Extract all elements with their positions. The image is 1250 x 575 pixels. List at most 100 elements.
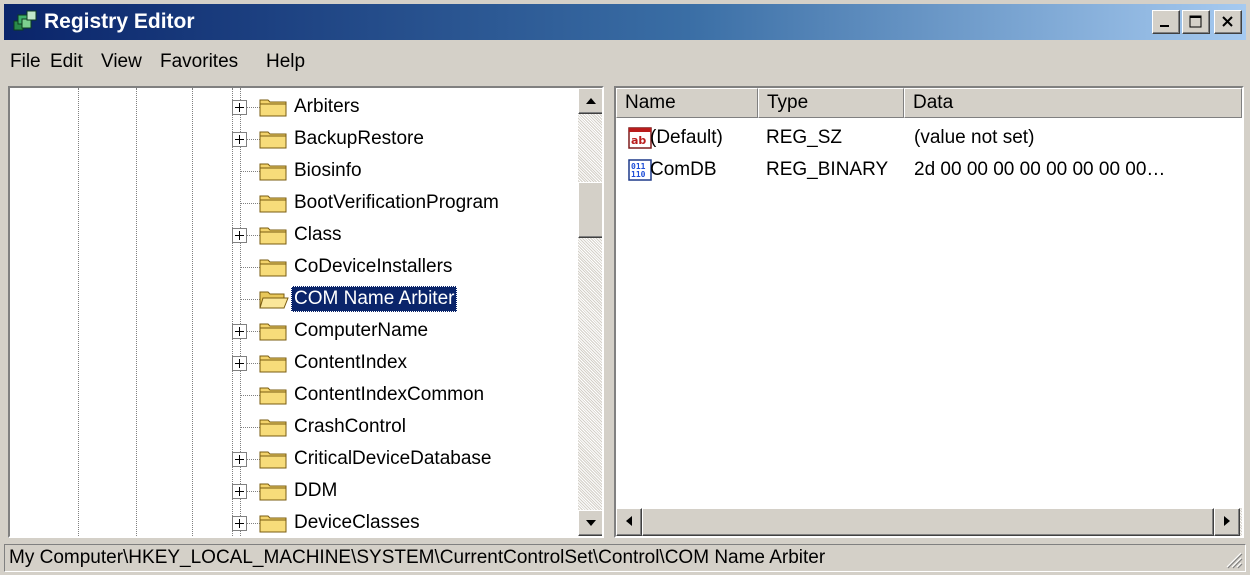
menu-file-label: File — [10, 51, 41, 72]
value-name: (Default) — [650, 127, 723, 148]
tree-item[interactable]: CrashControl — [10, 411, 570, 443]
tree-item-label[interactable]: ComputerName — [291, 318, 431, 344]
tree-item[interactable]: CriticalDeviceDatabase — [10, 443, 570, 475]
column-header-name[interactable]: Name — [616, 88, 758, 118]
menu-edit-label: Edit — [50, 51, 83, 72]
minimize-button[interactable] — [1152, 10, 1180, 34]
status-path: My Computer\HKEY_LOCAL_MACHINE\SYSTEM\Cu… — [9, 547, 826, 568]
value-row-default[interactable]: ab (Default) REG_SZ (value not set) — [616, 123, 1242, 155]
tree-item-label[interactable]: DDM — [291, 478, 340, 504]
tree-item[interactable]: Arbiters — [10, 91, 570, 123]
expand-plus-icon[interactable] — [232, 100, 247, 115]
folder-icon — [258, 158, 290, 184]
menu-view-label: View — [101, 51, 142, 72]
arrow-left-icon — [626, 516, 632, 526]
arrow-right-icon — [1224, 516, 1230, 526]
tree-item[interactable]: BootVerificationProgram — [10, 187, 570, 219]
tree-item-label[interactable]: Biosinfo — [291, 158, 365, 184]
tree-item[interactable]: BackupRestore — [10, 123, 570, 155]
value-row-comdb[interactable]: 011 110 ComDB REG_BINARY 2d 00 00 00 00 … — [616, 155, 1242, 187]
tree-item-label[interactable]: COM Name Arbiter — [291, 286, 458, 312]
tree-item-label[interactable]: ContentIndex — [291, 350, 410, 376]
tree-item[interactable]: Class — [10, 219, 570, 251]
tree-item[interactable]: Biosinfo — [10, 155, 570, 187]
menu-help-label: Help — [266, 51, 306, 72]
tree-item[interactable]: ContentIndexCommon — [10, 379, 570, 411]
key-tree-pane[interactable]: Arbiters BackupRestore Biosinfo BootVerific… — [8, 86, 604, 538]
folder-icon — [258, 222, 290, 248]
tree-scroll-thumb[interactable] — [578, 182, 602, 238]
value-type: REG_SZ — [766, 127, 843, 148]
folder-icon — [258, 94, 290, 120]
folder-icon — [258, 414, 290, 440]
minimize-icon — [1160, 25, 1169, 27]
menu-edit[interactable]: Edit — [50, 50, 83, 74]
folder-open-icon — [258, 286, 290, 312]
expand-plus-icon[interactable] — [232, 228, 247, 243]
folder-icon — [258, 190, 290, 216]
tree-item-label[interactable]: CriticalDeviceDatabase — [291, 446, 494, 472]
title-bar[interactable]: Registry Editor — [4, 4, 1246, 40]
scroll-left-button[interactable] — [616, 508, 642, 536]
column-header-data[interactable]: Data — [904, 88, 1242, 118]
tree-item-label[interactable]: ContentIndexCommon — [291, 382, 487, 408]
tree-item[interactable]: DDM — [10, 475, 570, 507]
values-horizontal-scrollbar[interactable] — [616, 508, 1242, 536]
value-data: 2d 00 00 00 00 00 00 00 00… — [914, 159, 1166, 180]
tree-item[interactable]: DeviceClasses — [10, 507, 570, 536]
svg-text:110: 110 — [631, 170, 646, 179]
tree-item[interactable]: ContentIndex — [10, 347, 570, 379]
folder-icon — [258, 350, 290, 376]
menu-favorites-label: Favorites — [160, 51, 239, 72]
string-value-icon: ab — [628, 126, 652, 150]
expand-plus-icon[interactable] — [232, 132, 247, 147]
tree-item-label[interactable]: CoDeviceInstallers — [291, 254, 455, 280]
tree-vertical-scrollbar[interactable] — [578, 88, 602, 536]
values-list-pane[interactable]: Name Type Data ab (Default) REG_SZ (valu… — [614, 86, 1244, 538]
tree-item-label[interactable]: Arbiters — [291, 94, 362, 120]
folder-icon — [258, 126, 290, 152]
tree-item-label[interactable]: BackupRestore — [291, 126, 427, 152]
values-scroll-thumb[interactable] — [642, 508, 1214, 536]
registry-editor-window: Registry Editor File Edit View Favorites… — [0, 0, 1250, 575]
folder-icon — [258, 318, 290, 344]
expand-plus-icon[interactable] — [232, 356, 247, 371]
tree-item-label[interactable]: CrashControl — [291, 414, 409, 440]
menu-view[interactable]: View — [101, 50, 142, 74]
expand-plus-icon[interactable] — [232, 324, 247, 339]
menu-file[interactable]: File — [10, 50, 41, 74]
scroll-right-button[interactable] — [1214, 508, 1240, 536]
tree-item-label[interactable]: Class — [291, 222, 345, 248]
status-bar: My Computer\HKEY_LOCAL_MACHINE\SYSTEM\Cu… — [4, 544, 1246, 572]
scroll-down-button[interactable] — [578, 510, 602, 536]
menu-help[interactable]: Help — [266, 50, 305, 74]
scroll-up-button[interactable] — [578, 88, 602, 114]
column-header-type[interactable]: Type — [758, 88, 904, 118]
value-name: ComDB — [650, 159, 717, 180]
value-data: (value not set) — [914, 127, 1035, 148]
svg-text:ab: ab — [631, 134, 646, 147]
tree-item-label[interactable]: DeviceClasses — [291, 510, 423, 536]
tree-item-label[interactable]: BootVerificationProgram — [291, 190, 502, 216]
arrow-up-icon — [586, 98, 596, 104]
close-button[interactable] — [1214, 10, 1242, 34]
folder-icon — [258, 446, 290, 472]
expand-plus-icon[interactable] — [232, 452, 247, 467]
tree-item[interactable]: CoDeviceInstallers — [10, 251, 570, 283]
registry-editor-app-icon[interactable] — [12, 9, 38, 35]
menu-favorites[interactable]: Favorites — [160, 50, 238, 74]
binary-value-icon: 011 110 — [628, 158, 652, 182]
menu-bar: File Edit View Favorites Help — [4, 46, 1246, 80]
maximize-button[interactable] — [1182, 10, 1210, 34]
maximize-icon — [1189, 15, 1202, 28]
resize-grip-icon[interactable] — [1223, 549, 1243, 569]
key-tree: Arbiters BackupRestore Biosinfo BootVerific… — [10, 88, 578, 536]
expand-plus-icon[interactable] — [232, 484, 247, 499]
expand-plus-icon[interactable] — [232, 516, 247, 531]
tree-item[interactable]: ComputerName — [10, 315, 570, 347]
tree-item[interactable]: COM Name Arbiter — [10, 283, 570, 315]
arrow-down-icon — [586, 520, 596, 526]
close-icon — [1222, 16, 1233, 27]
folder-icon — [258, 478, 290, 504]
folder-icon — [258, 254, 290, 280]
